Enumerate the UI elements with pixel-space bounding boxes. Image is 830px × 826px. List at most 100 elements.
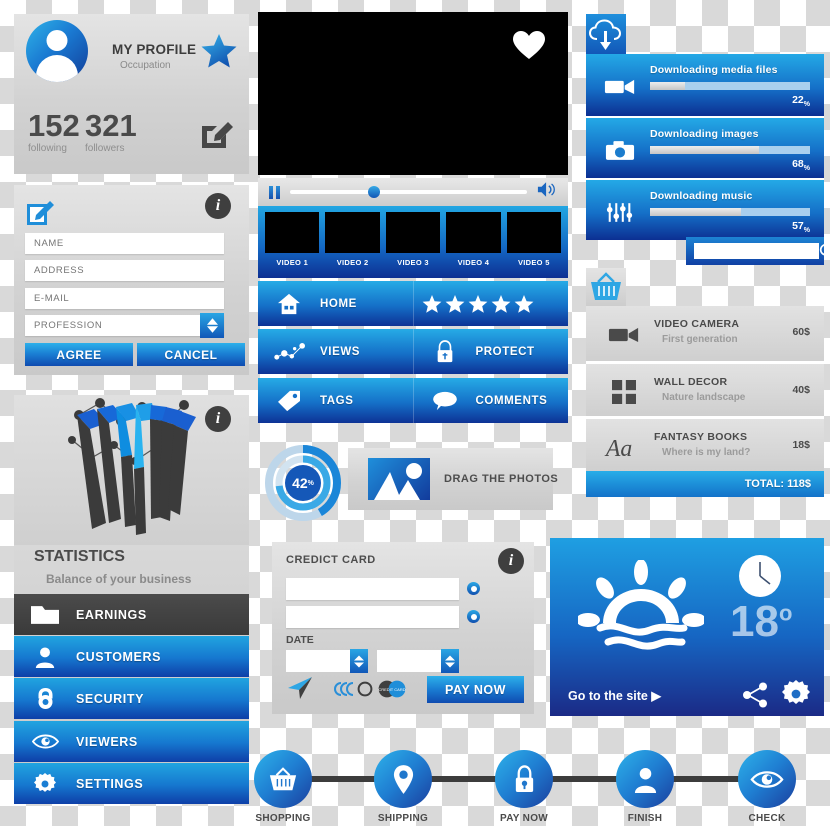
date-year-stepper[interactable] (377, 649, 459, 673)
name-field[interactable] (25, 233, 224, 254)
info-badge[interactable]: i (498, 548, 524, 574)
video-thumb-image[interactable] (385, 212, 441, 253)
sidebar-item-label: CUSTOMERS (76, 649, 162, 664)
video-thumb[interactable]: VIDEO 3 (385, 212, 441, 278)
user-icon (616, 750, 674, 808)
edit-pencil-icon[interactable] (200, 118, 234, 150)
step-finish[interactable]: FINISH (616, 750, 674, 824)
chevron-up-icon (354, 655, 364, 660)
search-bar (686, 237, 830, 265)
video-screen[interactable] (258, 12, 568, 175)
cart-item-desc: Nature landscape (662, 392, 746, 403)
edit-pencil-icon[interactable] (26, 198, 54, 226)
share-nodes-icon[interactable] (742, 682, 768, 708)
download-item[interactable]: Downloading music 57% (586, 178, 824, 240)
video-thumb[interactable]: VIDEO 4 (446, 212, 501, 278)
avatar (26, 20, 88, 82)
chevron-up-icon (206, 318, 218, 325)
video-thumb[interactable]: VIDEO 2 (325, 212, 380, 278)
date-month-stepper[interactable] (286, 649, 368, 673)
magnifier-icon[interactable] (819, 243, 830, 260)
profession-field[interactable] (25, 315, 224, 336)
tab-tags[interactable]: TAGS (258, 378, 413, 423)
sidebar-item-security[interactable]: SECURITY (14, 678, 249, 719)
tab-protect[interactable]: PROTECT (412, 329, 568, 374)
step-shopping[interactable]: SHOPPING (254, 750, 312, 824)
video-progress-slider[interactable] (290, 186, 527, 198)
tab-views[interactable]: VIEWS (258, 329, 413, 374)
step-shipping[interactable]: SHIPPING (374, 750, 432, 824)
cloud-download-icon[interactable] (586, 14, 626, 54)
rings-logo-icon[interactable] (333, 681, 375, 697)
download-title: Downloading music (650, 190, 753, 202)
pay-now-button[interactable]: PAY NOW (427, 676, 524, 703)
video-thumb[interactable]: VIDEO 1 (265, 212, 320, 278)
download-item[interactable]: Downloading images 68% (586, 116, 824, 178)
card-number-radio[interactable] (467, 582, 480, 595)
profession-stepper[interactable] (200, 313, 224, 338)
step-label: PAY NOW (499, 813, 549, 824)
video-thumb-image[interactable] (446, 212, 501, 253)
following-label: following (28, 143, 67, 154)
date-year-field[interactable] (377, 650, 441, 672)
heart-icon[interactable] (512, 30, 546, 60)
video-thumb-image[interactable] (265, 212, 320, 253)
card-number-field[interactable] (286, 578, 459, 600)
email-field[interactable] (25, 288, 224, 309)
sidebar-item-customers[interactable]: CUSTOMERS (14, 636, 249, 677)
address-field[interactable] (25, 260, 224, 281)
step-check[interactable]: CHECK (738, 750, 796, 824)
sidebar-item-settings[interactable]: SETTINGS (14, 763, 249, 804)
go-to-site-link[interactable]: Go to the site ▶ (568, 688, 661, 703)
step-pay-now[interactable]: PAY NOW (495, 750, 553, 824)
date-month-field[interactable] (286, 650, 350, 672)
pause-icon[interactable] (269, 185, 280, 199)
tile-label: VIEWS (320, 345, 361, 358)
video-thumb[interactable]: VIDEO 5 (506, 212, 562, 278)
card-holder-radio[interactable] (467, 610, 480, 623)
download-item[interactable]: Downloading media files 22% (586, 54, 824, 116)
tab-comments[interactable]: COMMENTS (412, 378, 568, 423)
shopping-basket-icon[interactable] (586, 268, 626, 306)
paper-plane-icon[interactable] (287, 676, 313, 700)
sidebar-item-viewers[interactable]: VIEWERS (14, 721, 249, 762)
credit-card-logo-icon[interactable]: CREDIT CARD (375, 680, 409, 698)
video-thumb-image[interactable] (506, 212, 562, 253)
volume-icon[interactable] (537, 182, 557, 202)
video-thumb-image[interactable] (325, 212, 380, 253)
cancel-button[interactable]: CANCEL (137, 343, 245, 366)
tab-home[interactable]: HOME (258, 281, 413, 326)
info-badge[interactable]: i (205, 406, 231, 432)
info-badge[interactable]: i (205, 193, 231, 219)
sidebar-item-label: VIEWERS (76, 734, 138, 749)
chevron-down-icon (445, 662, 455, 667)
sidebar-item-earnings[interactable]: EARNINGS (14, 594, 249, 635)
video-progress-knob[interactable] (368, 186, 381, 198)
sunrise-waves-icon (576, 559, 706, 656)
step-label: SHOPPING (255, 813, 311, 824)
date-year-spinner[interactable] (441, 649, 459, 673)
rating-stars[interactable] (412, 281, 568, 326)
cart-item-name: WALL DECOR (654, 376, 728, 388)
search-input[interactable] (694, 243, 819, 259)
gear-icon[interactable] (782, 680, 810, 708)
followers-stat: 321 followers (85, 110, 137, 154)
video-tile-row: VIEWS PROTECT (258, 329, 568, 374)
agree-button[interactable]: AGREE (25, 343, 133, 366)
home-icon (258, 293, 320, 315)
star-rating-icon[interactable] (414, 294, 534, 314)
weather-temperature: 18o (730, 600, 792, 644)
date-month-spinner[interactable] (350, 649, 368, 673)
video-controls-bar[interactable] (258, 178, 568, 206)
cart-item[interactable]: VIDEO CAMERA First generation 60$ (586, 306, 824, 361)
tile-label: PROTECT (475, 345, 535, 358)
sidebar-item-label: SETTINGS (76, 776, 144, 791)
video-thumb-label: VIDEO 5 (517, 258, 550, 267)
step-label: FINISH (627, 813, 663, 824)
card-holder-field[interactable] (286, 606, 459, 628)
following-stat: 152 following (28, 110, 80, 154)
cart-item[interactable]: Aa FANTASY BOOKS Where is my land? 18$ (586, 416, 824, 471)
star-icon[interactable] (200, 32, 238, 70)
cart-item[interactable]: WALL DECOR Nature landscape 40$ (586, 361, 824, 416)
temperature-value: 18 (730, 597, 779, 646)
